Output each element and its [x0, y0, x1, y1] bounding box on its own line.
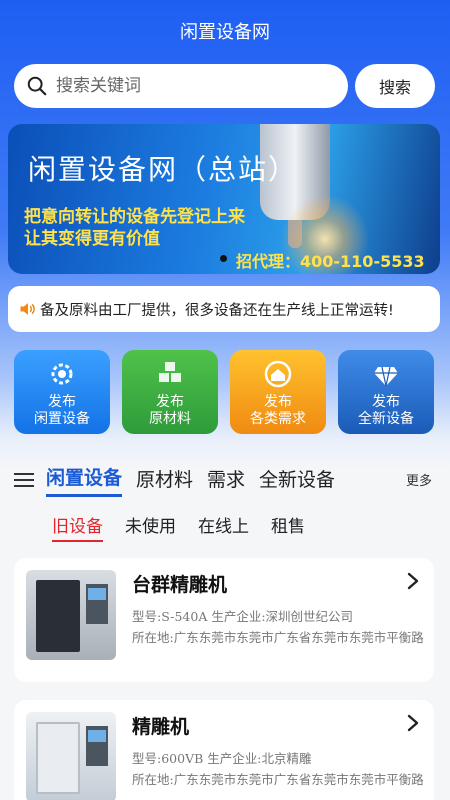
publish-new-equipment-button[interactable]: 发布 全新设备	[338, 350, 434, 434]
banner-headline: 闲置设备网（总站）	[28, 153, 299, 186]
subtab-unused[interactable]: 未使用	[125, 512, 176, 542]
search-input[interactable]	[56, 76, 316, 96]
banner-line-2: 让其变得更有价值	[24, 229, 160, 249]
listing-name: 台群精雕机	[132, 574, 228, 596]
condition-subtabs: 旧设备 未使用 在线上 租售	[52, 512, 327, 542]
product-image	[26, 712, 116, 800]
listing-model: 型号:S-540A 生产企业:深圳创世纪公司	[132, 609, 354, 624]
publish-raw-material-button[interactable]: 发布 原材料	[122, 350, 218, 434]
category-tabs: 闲置设备 原材料 需求 全新设备 更多	[14, 462, 436, 498]
diamond-icon	[374, 366, 398, 387]
listing-card[interactable]: 精雕机 型号:600VB 生产企业:北京精雕 所在地:广东东莞市东莞市广东省东莞…	[14, 700, 434, 800]
page-title: 闲置设备网	[180, 22, 270, 43]
gear-icon	[51, 363, 73, 385]
subtab-used[interactable]: 旧设备	[52, 512, 103, 542]
machine-door	[36, 580, 80, 652]
machine-door	[36, 722, 80, 794]
tile-label-top: 发布	[264, 394, 292, 410]
machine-screen	[88, 588, 106, 600]
listing-model: 型号:600VB 生产企业:北京精雕	[132, 751, 312, 766]
tab-new-equipment[interactable]: 全新设备	[259, 465, 335, 496]
search-field[interactable]	[14, 64, 348, 108]
subtab-online[interactable]: 在线上	[198, 512, 249, 542]
notice-bar[interactable]: 备及原料由工厂提供，很多设备还在生产线上正常运转!	[8, 286, 440, 332]
chevron-right-icon[interactable]	[406, 714, 420, 732]
house-icon	[264, 360, 292, 388]
listing-location: 所在地:广东东莞市东莞市广东省东莞市东莞市平衡路	[132, 772, 424, 787]
tile-label-bottom: 闲置设备	[34, 411, 90, 427]
tile-label-top: 发布	[372, 394, 400, 410]
listing-name: 精雕机	[132, 716, 190, 738]
tile-label-bottom: 原材料	[149, 411, 191, 427]
speaker-icon	[20, 303, 35, 315]
machine-screen	[88, 730, 106, 742]
more-link[interactable]: 更多	[406, 470, 432, 489]
search-button[interactable]: 搜索	[355, 64, 435, 108]
tab-demand[interactable]: 需求	[207, 465, 245, 496]
publish-demand-button[interactable]: 发布 各类需求	[230, 350, 326, 434]
search-icon	[27, 76, 47, 96]
product-image	[26, 570, 116, 660]
boxes-icon	[159, 362, 181, 382]
tile-label-bottom: 各类需求	[250, 411, 306, 427]
chevron-right-icon[interactable]	[406, 572, 420, 590]
banner-phone: 招代理：400-110-5533	[236, 252, 425, 271]
publish-tiles: 发布 闲置设备 发布 原材料 发布 各类需求 发布 全新设备	[14, 350, 436, 434]
publish-idle-equipment-button[interactable]: 发布 闲置设备	[14, 350, 110, 434]
tile-label-top: 发布	[156, 394, 184, 410]
notice-text: 备及原料由工厂提供，很多设备还在生产线上正常运转!	[40, 302, 394, 319]
tab-raw-material[interactable]: 原材料	[136, 465, 193, 496]
tile-label-bottom: 全新设备	[358, 411, 414, 427]
banner-dot	[220, 255, 227, 262]
menu-icon[interactable]	[14, 472, 34, 488]
listing-location: 所在地:广东东莞市东莞市广东省东莞市东莞市平衡路	[132, 630, 424, 645]
listing-card[interactable]: 台群精雕机 型号:S-540A 生产企业:深圳创世纪公司 所在地:广东东莞市东莞…	[14, 558, 434, 682]
tab-idle-equipment[interactable]: 闲置设备	[46, 463, 123, 497]
tile-label-top: 发布	[48, 394, 76, 410]
promo-banner[interactable]: 闲置设备网（总站） 把意向转让的设备先登记上来 让其变得更有价值 招代理：400…	[8, 124, 440, 274]
subtab-rent-sale[interactable]: 租售	[271, 512, 305, 542]
